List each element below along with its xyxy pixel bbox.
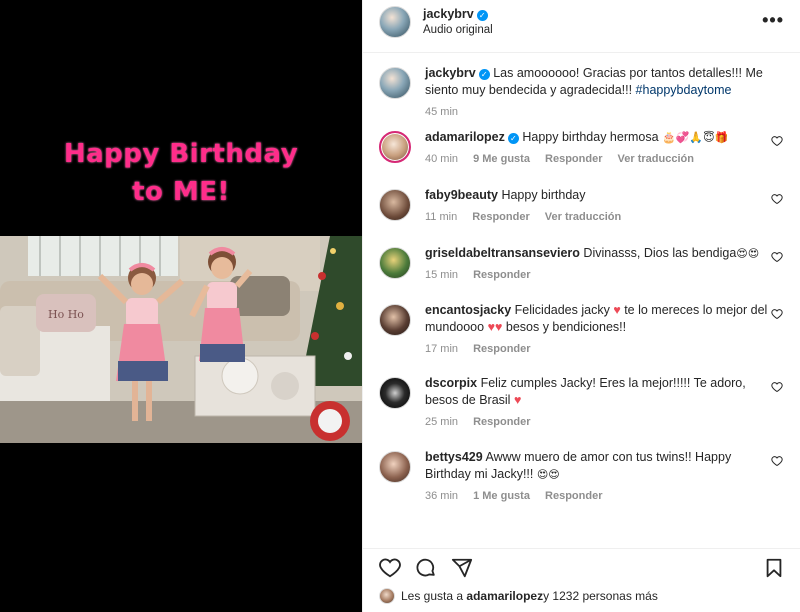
comment-text: Happy birthday hermosa: [522, 130, 663, 144]
likes-suffix: y 1232 personas más: [543, 589, 658, 603]
comment-item: faby9beauty Happy birthday 11 min Respon…: [379, 187, 785, 245]
action-bar: [363, 548, 800, 580]
overlay-text-line2: to ME!: [132, 177, 230, 207]
reply-button[interactable]: Responder: [545, 153, 602, 165]
comment-item: griseldabeltransanseviero Divinasss, Dio…: [379, 245, 785, 302]
comment-time[interactable]: 25 min: [425, 416, 458, 428]
comment-avatar[interactable]: [379, 377, 411, 409]
reply-button[interactable]: Responder: [472, 211, 529, 223]
comment-username[interactable]: bettys429: [425, 450, 483, 464]
pillow-text: Ho Ho: [48, 308, 84, 321]
comment-emojis: 😍😍: [736, 247, 760, 260]
comment-username[interactable]: faby9beauty: [425, 188, 498, 202]
heart-icon[interactable]: [771, 381, 783, 393]
owner-avatar[interactable]: [379, 6, 411, 38]
comment-text: Felicidades jacky: [514, 303, 614, 317]
caption: jackybrv ✓ Las amoooooo! Gracias por tant…: [363, 52, 800, 125]
video-frame[interactable]: Ho Ho: [0, 236, 362, 443]
comment-text: Happy birthday: [501, 188, 586, 202]
comment-avatar[interactable]: [379, 189, 411, 221]
comment-icon[interactable]: [415, 557, 437, 579]
comment-emojis: 🎂💞🙏😇🎁: [662, 131, 729, 144]
comment-username[interactable]: dscorpix: [425, 376, 477, 390]
overlay-text-line1: Happy Birthday: [63, 139, 299, 169]
post-media[interactable]: Happy Birthday to ME! Ho Ho: [0, 0, 362, 612]
comment-avatar[interactable]: [379, 451, 411, 483]
comment-text: Divinasss, Dios las bendiga: [583, 246, 737, 260]
comment-avatar[interactable]: [379, 131, 411, 163]
audio-label[interactable]: Audio original: [423, 22, 493, 38]
reply-button[interactable]: Responder: [473, 343, 530, 355]
comment-avatar[interactable]: [379, 304, 411, 336]
caption-avatar[interactable]: [379, 67, 411, 99]
red-heart-icon: ♥: [513, 393, 522, 407]
living-room-image: Ho Ho: [0, 236, 362, 443]
red-heart-icon: ♥: [613, 303, 621, 317]
comment-item: dscorpix Feliz cumples Jacky! Eres la me…: [379, 375, 785, 449]
verified-icon: ✓: [478, 69, 490, 80]
share-icon[interactable]: [451, 557, 473, 579]
liker-avatar: [379, 588, 395, 604]
comment-item: encantosjacky Felicidades jacky ♥ te lo …: [379, 302, 785, 375]
heart-icon[interactable]: [771, 308, 783, 320]
more-options-icon[interactable]: •••: [762, 10, 784, 31]
comment-item: adamarilopez ✓ Happy birthday hermosa 🎂💞🙏…: [379, 129, 785, 187]
likes-prefix: Les gusta a: [401, 589, 464, 603]
comment-item: bettys429 Awww muero de amor con tus twi…: [379, 449, 785, 523]
comment-likes[interactable]: 1 Me gusta: [473, 490, 530, 502]
comments-list[interactable]: jackybrv ✓ Las amoooooo! Gracias por tant…: [363, 52, 800, 540]
comment-username[interactable]: adamarilopez: [425, 130, 505, 144]
comment-username[interactable]: griseldabeltransanseviero: [425, 246, 580, 260]
comment-likes[interactable]: 9 Me gusta: [473, 153, 530, 165]
caption-username[interactable]: jackybrv: [425, 66, 476, 80]
heart-icon[interactable]: [771, 251, 783, 263]
comment-emojis: 😍😍: [536, 468, 560, 481]
verified-icon: ✓: [476, 10, 488, 21]
comment-time[interactable]: 17 min: [425, 343, 458, 355]
likes-summary[interactable]: Les gusta a adamarilopez y 1232 personas…: [379, 588, 658, 604]
red-heart-icon: ♥♥: [487, 320, 503, 334]
reply-button[interactable]: Responder: [545, 490, 602, 502]
translate-button[interactable]: Ver traducción: [545, 211, 621, 223]
comment-time[interactable]: 36 min: [425, 490, 458, 502]
heart-icon[interactable]: [771, 135, 783, 147]
comment-time[interactable]: 11 min: [425, 211, 457, 223]
owner-username[interactable]: jackybrv: [423, 7, 474, 21]
caption-hashtag[interactable]: #happybdaytome: [636, 83, 732, 97]
comment-text: besos y bendiciones!!: [502, 320, 627, 334]
heart-icon[interactable]: [379, 557, 401, 579]
bookmark-icon[interactable]: [763, 557, 785, 579]
comment-time[interactable]: 15 min: [425, 269, 458, 281]
comment-avatar[interactable]: [379, 247, 411, 279]
post-header: jackybrv ✓ Audio original •••: [363, 0, 800, 44]
liker-username[interactable]: adamarilopez: [466, 589, 543, 603]
post-panel: jackybrv ✓ Audio original ••• jackybrv ✓ L…: [362, 0, 800, 612]
reply-button[interactable]: Responder: [473, 416, 530, 428]
caption-time[interactable]: 45 min: [425, 106, 458, 118]
verified-icon: ✓: [507, 133, 519, 144]
comment-time[interactable]: 40 min: [425, 153, 458, 165]
heart-icon[interactable]: [771, 455, 783, 467]
translate-button[interactable]: Ver traducción: [618, 153, 694, 165]
reply-button[interactable]: Responder: [473, 269, 530, 281]
comment-username[interactable]: encantosjacky: [425, 303, 511, 317]
heart-icon[interactable]: [771, 193, 783, 205]
